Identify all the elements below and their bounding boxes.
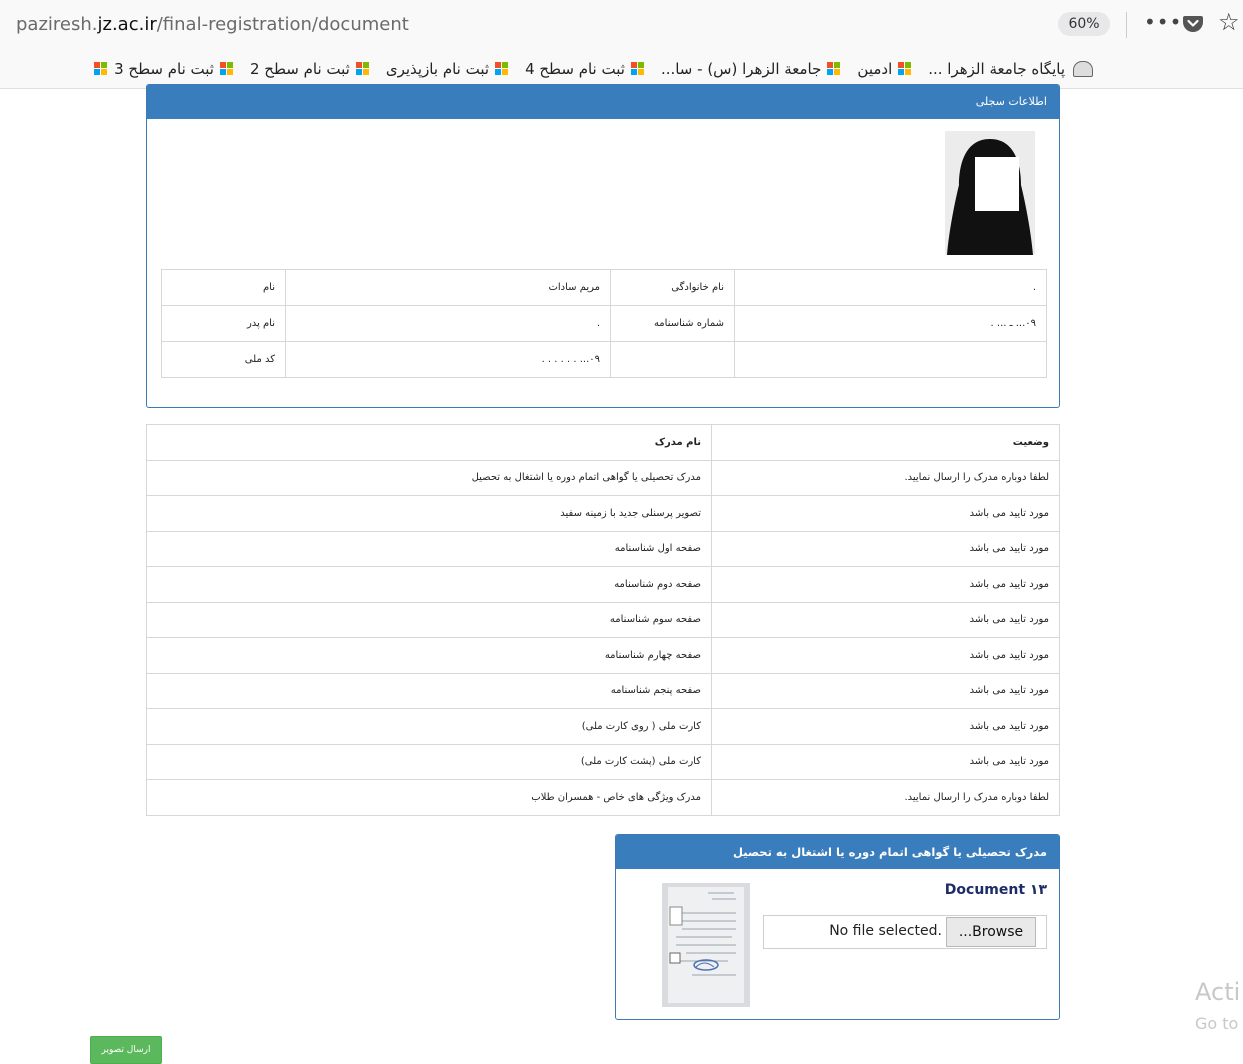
bookmark-item[interactable]: جامعة الزهرا (س) - سا... bbox=[661, 60, 841, 78]
bookmark-list: پایگاه جامعة الزهرا ... ادمین جامعة الزه… bbox=[72, 50, 1093, 88]
activation-watermark-subtitle: Go to bbox=[1195, 1014, 1239, 1033]
bookmark-label: ثبت نام بازپذیری bbox=[385, 60, 490, 78]
table-row: صفحه دوم شناسنامه مورد تایید می باشد bbox=[146, 566, 1060, 603]
bookmark-label: پایگاه جامعة الزهرا ... bbox=[928, 60, 1065, 78]
dome-icon bbox=[1073, 61, 1093, 77]
profile-value: ۰۹... . . . . . . bbox=[285, 341, 611, 378]
profile-panel-title: اطلاعات سجلی bbox=[147, 85, 1059, 119]
ms-icon bbox=[630, 62, 645, 76]
url-path: /final-registration/document bbox=[156, 14, 409, 35]
document-name: صفحه سوم شناسنامه bbox=[146, 601, 712, 638]
zoom-indicator[interactable]: 60% bbox=[1058, 12, 1110, 36]
document-name: صفحه چهارم شناسنامه bbox=[146, 637, 712, 674]
table-row: مدرک ویژگی های خاص - همسران طلاب لطفا دو… bbox=[146, 779, 1060, 816]
table-row: صفحه سوم شناسنامه مورد تایید می باشد bbox=[146, 601, 1060, 638]
table-row: کارت ملی ( روی کارت ملی) مورد تایید می ب… bbox=[146, 708, 1060, 745]
ms-icon bbox=[827, 62, 841, 76]
profile-label: کد ملی bbox=[161, 341, 286, 378]
column-header-status: وضعیت bbox=[711, 424, 1060, 461]
toolbar-divider bbox=[1126, 12, 1127, 38]
table-row: کارت ملی (پشت کارت ملی) مورد تایید می با… bbox=[146, 743, 1060, 780]
ms-icon bbox=[355, 62, 370, 76]
document-name: تصویر پرسنلی جدید با زمینه سفید bbox=[146, 495, 712, 532]
send-image-button[interactable]: ارسال تصویر bbox=[90, 1036, 162, 1064]
table-row: تصویر پرسنلی جدید با زمینه سفید مورد تای… bbox=[146, 495, 1060, 532]
profile-value: . bbox=[734, 269, 1047, 306]
document-status: مورد تایید می باشد bbox=[711, 495, 1060, 532]
bookmark-item[interactable]: ثبت نام بازپذیری bbox=[386, 60, 509, 78]
column-header-document-name: نام مدرک bbox=[146, 424, 712, 461]
ms-icon bbox=[94, 62, 108, 76]
activation-watermark-title: Acti bbox=[1195, 978, 1241, 1006]
document-status: لطفا دوباره مدرک را ارسال نمایید. bbox=[711, 779, 1060, 816]
profile-table: نام مریم سادات نام خانوادگی . نام پدر . … bbox=[161, 269, 1047, 378]
bookmark-label: جامعة الزهرا (س) - سا... bbox=[660, 60, 822, 78]
profile-value: ۰۹... ـ ... . bbox=[734, 305, 1047, 342]
document-name: مدرک تحصیلی یا گواهی اتمام دوره یا اشتغا… bbox=[146, 459, 712, 496]
profile-row: نام مریم سادات نام خانوادگی . bbox=[161, 269, 1047, 306]
bookmark-item[interactable]: ثبت نام سطح 4 bbox=[525, 60, 645, 78]
document-status: لطفا دوباره مدرک را ارسال نمایید. bbox=[711, 459, 1060, 496]
documents-table: نام مدرک وضعیت مدرک تحصیلی یا گواهی اتما… bbox=[146, 424, 1060, 816]
document-status: مورد تایید می باشد bbox=[711, 743, 1060, 780]
ms-icon bbox=[495, 62, 509, 76]
profile-photo bbox=[945, 131, 1035, 255]
profile-label: نام پدر bbox=[161, 305, 286, 342]
document-status: مورد تایید می باشد bbox=[711, 566, 1060, 603]
upload-panel-title: مدرک تحصیلی یا گواهی اتمام دوره یا اشتغا… bbox=[616, 835, 1059, 869]
document-name: کارت ملی ( روی کارت ملی) bbox=[146, 708, 712, 745]
document-label: Document ۱۳ bbox=[944, 882, 1047, 898]
document-status: مورد تایید می باشد bbox=[711, 672, 1060, 709]
ms-icon bbox=[898, 62, 912, 76]
profile-label: نام bbox=[161, 269, 286, 306]
url-bar: paziresh.jz.ac.ir/final-registration/doc… bbox=[0, 0, 1243, 51]
table-row: صفحه چهارم شناسنامه مورد تایید می باشد bbox=[146, 637, 1060, 674]
address-field[interactable]: paziresh.jz.ac.ir/final-registration/doc… bbox=[16, 14, 409, 35]
upload-panel: مدرک تحصیلی یا گواهی اتمام دوره یا اشتغا… bbox=[615, 834, 1060, 1020]
document-name: کارت ملی (پشت کارت ملی) bbox=[146, 743, 712, 780]
file-input[interactable]: ...Browse No file selected. bbox=[763, 915, 1047, 949]
file-status: No file selected. bbox=[829, 923, 942, 939]
url-prefix: paziresh. bbox=[16, 14, 98, 35]
bookmark-item[interactable]: پایگاه جامعة الزهرا ... bbox=[928, 60, 1093, 78]
document-status: مورد تایید می باشد bbox=[711, 708, 1060, 745]
profile-label: نام خانوادگی bbox=[610, 269, 735, 306]
document-name: صفحه اول شناسنامه bbox=[146, 530, 712, 567]
bookmark-label: ادمین bbox=[857, 60, 893, 78]
table-row: مدرک تحصیلی یا گواهی اتمام دوره یا اشتغا… bbox=[146, 459, 1060, 496]
document-name: صفحه پنجم شناسنامه bbox=[146, 672, 712, 709]
profile-row: نام پدر . شماره شناسنامه ۰۹... ـ ... . bbox=[161, 305, 1047, 342]
profile-value: . bbox=[285, 305, 611, 342]
profile-label: شماره شناسنامه bbox=[610, 305, 735, 342]
document-name: صفحه دوم شناسنامه bbox=[146, 566, 712, 603]
profile-row: کد ملی ۰۹... . . . . . . bbox=[161, 341, 1047, 378]
documents-header-row: نام مدرک وضعیت bbox=[146, 424, 1060, 461]
bookmark-item[interactable]: ثبت نام سطح 2 bbox=[250, 60, 370, 78]
table-row: صفحه اول شناسنامه مورد تایید می باشد bbox=[146, 530, 1060, 567]
document-name: مدرک ویژگی های خاص - همسران طلاب bbox=[146, 779, 712, 816]
document-status: مورد تایید می باشد bbox=[711, 637, 1060, 674]
bookmark-label: ثبت نام سطح 4 bbox=[525, 60, 625, 78]
document-status: مورد تایید می باشد bbox=[711, 601, 1060, 638]
bookmark-item[interactable]: ثبت نام سطح 3 bbox=[88, 60, 234, 78]
profile-value bbox=[734, 341, 1047, 378]
bookmark-label: ثبت نام سطح 2 bbox=[249, 60, 350, 78]
bookmark-label: ثبت نام سطح 3 bbox=[114, 60, 214, 78]
profile-panel: اطلاعات سجلی نام مریم سادات نام خانوادگی… bbox=[146, 84, 1060, 408]
bookmark-star-icon[interactable]: ☆ bbox=[1218, 8, 1240, 36]
profile-label bbox=[610, 341, 735, 378]
profile-value: مریم سادات bbox=[285, 269, 611, 306]
table-row: صفحه پنجم شناسنامه مورد تایید می باشد bbox=[146, 672, 1060, 709]
browse-button[interactable]: ...Browse bbox=[946, 917, 1036, 947]
ms-icon bbox=[219, 62, 234, 76]
pocket-icon[interactable] bbox=[1182, 12, 1204, 34]
url-domain: jz.ac.ir bbox=[97, 14, 157, 35]
page-actions-menu-icon[interactable]: ••• bbox=[1144, 10, 1182, 34]
document-preview-image bbox=[662, 883, 750, 1007]
document-status: مورد تایید می باشد bbox=[711, 530, 1060, 567]
bookmark-item[interactable]: ادمین bbox=[857, 60, 912, 78]
